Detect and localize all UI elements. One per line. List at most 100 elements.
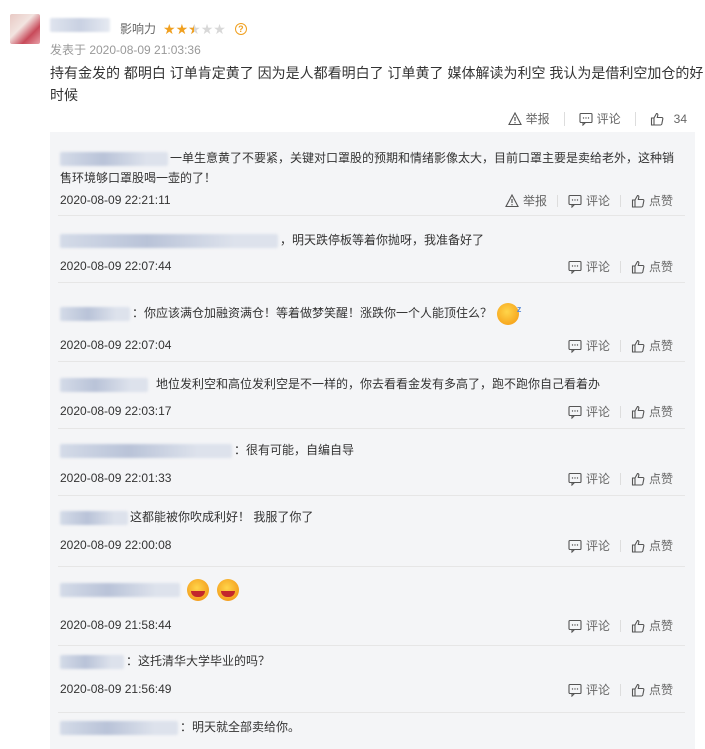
laughing-emoji-icon [216,579,239,601]
comment-button[interactable]: 评论 [568,681,610,698]
comment-button[interactable]: 评论 [568,403,610,420]
reply-content: ：这托清华大学毕业的吗？ [60,651,680,671]
star-half-icon: ★ [188,22,201,36]
thumbs-up-icon [631,472,645,486]
reply-text: 这都能被你吹成利好！ 我服了你了 [130,510,314,524]
reply-time: 2020-08-09 22:21:11 [60,193,171,207]
star-full-icon: ★ [163,20,176,37]
report-button[interactable]: 举报 [505,192,547,209]
reply-time: 2020-08-09 22:07:04 [60,338,172,352]
like-button[interactable]: 点赞 [631,192,673,209]
like-button[interactable]: 点赞 [631,258,673,275]
reply-actions: 评论 点赞 [568,617,673,634]
like-button[interactable]: 点赞 [631,337,673,354]
like-label: 点赞 [648,683,673,697]
rating-stars: ★ ★ ★ ★ ★ [163,20,226,37]
comment-icon [568,405,582,419]
comment-label: 评论 [585,405,610,419]
like-button[interactable]: 点赞 [631,617,673,634]
like-button[interactable]: 34 [650,112,687,126]
reply-time: 2020-08-09 22:03:17 [60,404,172,418]
username-blurred[interactable] [60,583,180,597]
star-full-icon: ★ [175,20,189,37]
like-label: 点赞 [648,194,673,208]
divider [619,339,621,352]
laughing-emoji-icon [187,579,210,601]
reply-actions: 评论 点赞 [568,681,673,698]
comment-button[interactable]: 评论 [568,470,610,487]
like-label: 点赞 [648,405,673,419]
comment-button[interactable]: 评论 [579,110,621,127]
author-name-blurred[interactable] [50,18,110,32]
like-label: 点赞 [648,339,673,353]
reply-time: 2020-08-09 22:01:33 [60,471,172,485]
comment-label: 评论 [585,619,610,633]
comment-button[interactable]: 评论 [568,258,610,275]
divider [619,405,621,418]
username-blurred[interactable] [60,720,178,735]
reply-actions: 评论 点赞 [568,403,673,420]
like-button[interactable]: 点赞 [631,681,673,698]
comment-icon [568,683,582,697]
like-label: 点赞 [648,472,673,486]
reply-actions: 评论 点赞 [568,337,673,354]
comment-icon [568,339,582,353]
comment-button[interactable]: 评论 [568,537,610,554]
reply-text: ：你应该满仓加融资满仓！等着做梦笑醒！涨跌你一个人能顶住么？ [132,306,493,321]
like-button[interactable]: 点赞 [631,537,673,554]
like-button[interactable]: 点赞 [631,470,673,487]
warning-icon [507,111,522,126]
username-blurred[interactable] [60,233,278,248]
report-label: 举报 [525,112,550,126]
like-button[interactable]: 点赞 [631,403,673,420]
comment-button[interactable]: 评论 [568,617,610,634]
reply-content: ：你应该满仓加融资满仓！等着做梦笑醒！涨跌你一个人能顶住么？ [60,299,680,325]
username-blurred[interactable] [60,307,130,321]
reply-time: 2020-08-09 22:00:08 [60,538,172,552]
comment-label: 评论 [585,260,610,274]
comment-label: 评论 [585,539,610,553]
reply-content [60,579,680,601]
username-blurred[interactable] [60,377,148,392]
list-item: 地位发利空和高位发利空是不一样的，你去看看金发有多高了，跑不跑你自己看着办 20… [50,362,695,428]
thumbs-up-icon [650,112,664,126]
list-item: 这都能被你吹成利好！ 我服了你了 2020-08-09 22:00:08 评论 … [50,496,695,566]
username-blurred[interactable] [60,151,168,166]
divider [619,260,621,273]
thumbs-up-icon [631,194,645,208]
username-blurred[interactable] [60,510,128,525]
divider [619,539,621,552]
reply-actions: 评论 点赞 [568,470,673,487]
username-blurred[interactable] [60,443,232,458]
reply-content: 一单生意黄了不要紧，关键对口罩股的预期和情绪影像太大，目前口罩主要是卖给老外，这… [60,148,680,188]
comment-icon [568,539,582,553]
username-blurred[interactable] [60,654,124,669]
reply-content: ：明天就全部卖给你。 [60,717,680,737]
star-empty-icon: ★ [213,20,226,37]
reply-text: ：这托清华大学毕业的吗？ [126,654,271,668]
like-label: 点赞 [648,539,673,553]
reply-actions: 评论 点赞 [568,258,673,275]
comment-button[interactable]: 评论 [568,337,610,354]
reply-text: ，明天跌停板等着你抛呀，我准备好了 [280,233,485,247]
divider [563,111,565,126]
list-item: 一单生意黄了不要紧，关键对口罩股的预期和情绪影像太大，目前口罩主要是卖给老外，这… [50,132,695,215]
comment-button[interactable]: 评论 [568,192,610,209]
star-empty-icon: ★ [200,20,214,37]
reply-content: 这都能被你吹成利好！ 我服了你了 [60,507,680,527]
reply-text: ：明天就全部卖给你。 [180,720,301,734]
avatar[interactable] [10,14,40,44]
help-icon[interactable]: ? [234,22,247,35]
like-count: 34 [673,111,687,126]
post-text: 持有金发的 都明白 订单肯定黄了 因为是人都看明白了 订单黄了 媒体解读为利空 … [50,65,704,103]
comment-label: 评论 [596,112,621,126]
reply-content: 地位发利空和高位发利空是不一样的，你去看看金发有多高了，跑不跑你自己看着办 [60,374,680,394]
divider [619,683,621,696]
comment-icon [579,112,593,126]
comment-icon [568,619,582,633]
divider [619,194,621,207]
report-button[interactable]: 举报 [507,110,550,127]
list-item: ：你应该满仓加融资满仓！等着做梦笑醒！涨跌你一个人能顶住么？ 2020-08-0… [50,283,695,361]
like-label: 点赞 [648,619,673,633]
thumbs-up-icon [631,539,645,553]
